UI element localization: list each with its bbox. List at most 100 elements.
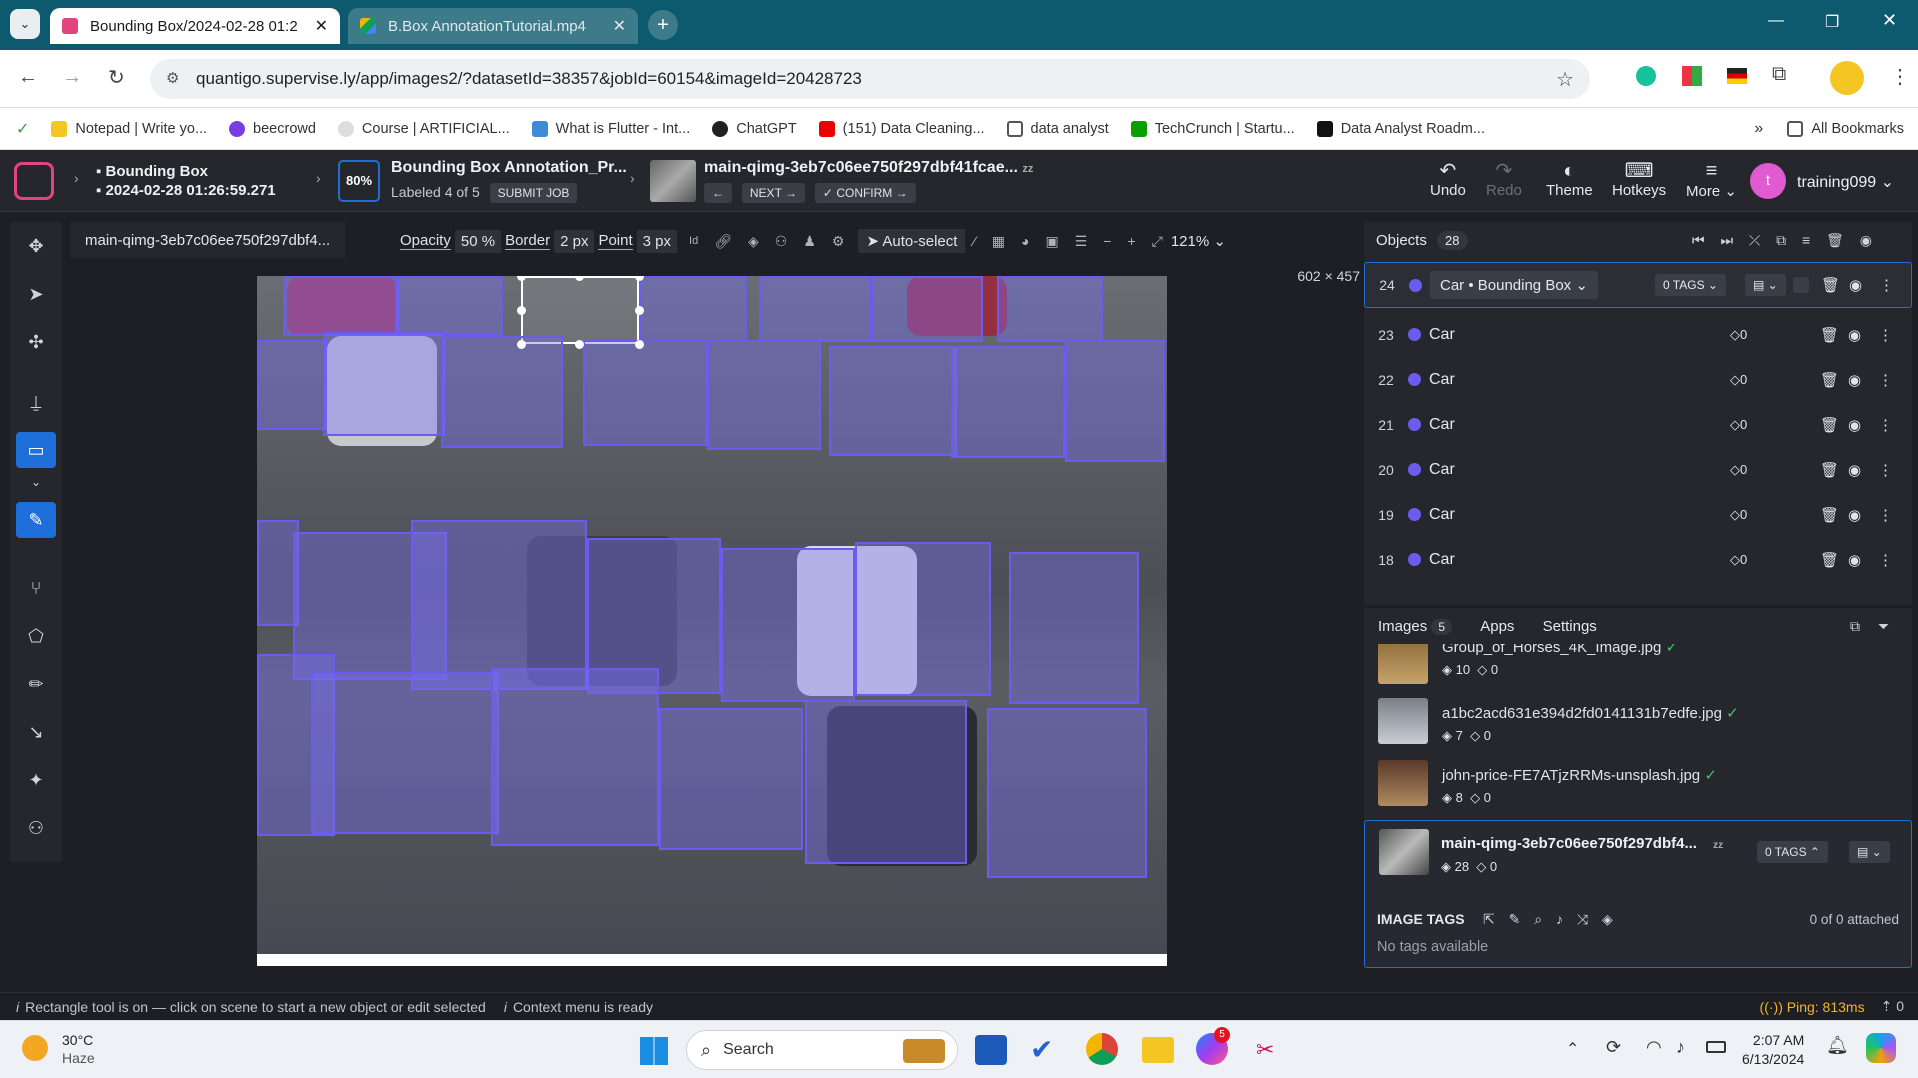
close-icon[interactable]: ✕ — [315, 16, 328, 36]
extension-icon[interactable] — [1682, 66, 1702, 86]
tab-tutorial-video[interactable]: B.Box AnnotationTutorial.mp4 ✕ — [348, 8, 638, 44]
bounding-box[interactable] — [855, 542, 991, 696]
bounding-box[interactable] — [639, 276, 747, 342]
bounding-box-selected[interactable] — [521, 276, 639, 344]
all-bookmarks[interactable]: All Bookmarks — [1787, 120, 1904, 137]
object-row[interactable]: 23 Car ◇0 🗑︎ ◉ ⋮ — [1364, 312, 1912, 357]
object-menu-dropdown[interactable]: ▤ ⌄ — [1745, 274, 1786, 296]
resize-handle[interactable] — [575, 340, 584, 349]
chevron-up-icon[interactable]: ⌃ — [1566, 1039, 1579, 1059]
class-select[interactable]: Car • Bounding Box ⌄ — [1430, 271, 1598, 299]
hotkeys-button[interactable]: ⌨ Hotkeys — [1612, 160, 1666, 199]
whiteboard-app-icon[interactable] — [975, 1035, 1007, 1065]
bookmark-youtube[interactable]: (151) Data Cleaning... — [818, 120, 985, 137]
tab-bounding-box[interactable]: Bounding Box/2024-02-28 01:2 ✕ — [50, 8, 340, 44]
bounding-box[interactable] — [411, 520, 587, 690]
bounding-box[interactable] — [707, 340, 821, 450]
copilot-icon[interactable] — [1866, 1033, 1896, 1063]
delete-icon[interactable]: 🗑︎ — [1820, 551, 1839, 569]
tab-images[interactable]: Images 5 — [1378, 618, 1453, 635]
fit-icon[interactable]: ⤢ — [1152, 233, 1163, 250]
shapes-icon[interactable]: ⚇ — [775, 233, 788, 250]
shuffle-icon[interactable]: ⤨ — [1577, 911, 1588, 927]
back-icon[interactable]: ← — [18, 66, 38, 89]
redo-button[interactable]: ↷ Redo — [1486, 160, 1522, 199]
bounding-box[interactable] — [759, 276, 871, 342]
skeleton-tool[interactable]: ⚇ — [16, 810, 56, 846]
flag-extension-icon[interactable] — [1727, 68, 1747, 84]
bookmark-beecrowd[interactable]: beecrowd — [229, 120, 316, 137]
resize-handle[interactable] — [635, 306, 644, 315]
minimize-icon[interactable]: — — [1768, 12, 1784, 30]
annotation-image[interactable] — [257, 276, 1167, 966]
new-tab-button[interactable]: + — [648, 10, 678, 40]
point-input[interactable]: 3 px — [636, 229, 678, 253]
palette-icon[interactable]: ◕ — [1021, 233, 1029, 249]
tag-add-icon[interactable]: ◈ — [1602, 911, 1613, 927]
bookmark-roadmap[interactable]: Data Analyst Roadm... — [1316, 120, 1485, 137]
more-icon[interactable]: ⋮ — [1878, 416, 1893, 434]
bounding-box[interactable] — [871, 276, 983, 342]
user-menu[interactable]: training099 ⌄ — [1797, 172, 1894, 192]
object-row[interactable]: 19 Car ◇0 🗑︎ ◉ ⋮ — [1364, 492, 1912, 537]
close-window-icon[interactable]: ✕ — [1882, 10, 1897, 31]
paint-tool[interactable]: ✎ — [16, 502, 56, 538]
smart-tool[interactable]: ✦ — [16, 762, 56, 798]
layers-icon[interactable]: ▣ — [1045, 233, 1058, 250]
bounding-box[interactable] — [441, 336, 563, 448]
submit-job-button[interactable]: SUBMIT JOB — [489, 183, 578, 203]
extensions-puzzle-icon[interactable]: ⧉ — [1772, 63, 1786, 86]
first-icon[interactable]: ⏮ — [1692, 232, 1705, 248]
eye-icon[interactable]: ◉ — [1860, 232, 1872, 248]
bounding-box[interactable] — [491, 668, 659, 846]
url-field[interactable]: ⚙ quantigo.supervise.ly/app/images2/?dat… — [150, 59, 1590, 99]
bounding-box[interactable] — [805, 700, 967, 864]
settings-icon[interactable]: ⚙ — [832, 233, 845, 250]
bell-icon[interactable]: ♪ — [1556, 911, 1563, 927]
brush-tool[interactable]: ✏ — [16, 666, 56, 702]
next-image-button[interactable]: NEXT → — [741, 183, 806, 203]
bookmark-chatgpt[interactable]: ChatGPT — [712, 120, 797, 137]
zoom-in-icon[interactable]: + — [1127, 233, 1135, 249]
wifi-icon[interactable]: ◠ — [1646, 1037, 1662, 1058]
todo-app-icon[interactable]: ✔ — [1030, 1033, 1053, 1066]
profile-avatar[interactable] — [1830, 61, 1864, 95]
hide-labels-icon[interactable]: ⤫ — [1749, 232, 1760, 248]
external-icon[interactable]: ⇱ — [1483, 911, 1495, 927]
bounding-box[interactable] — [311, 672, 499, 834]
user-icon[interactable]: ♟ — [803, 233, 816, 250]
more-icon[interactable]: ⋮ — [1878, 371, 1893, 389]
adjust-icon[interactable]: ☰ — [1075, 233, 1088, 250]
snipping-tool-icon[interactable]: ✂ — [1256, 1037, 1274, 1063]
bounding-box[interactable] — [987, 708, 1147, 878]
image-menu-dropdown[interactable]: ▤ ⌄ — [1849, 841, 1890, 863]
sync-icon[interactable]: ⟳ — [1606, 1037, 1621, 1058]
bounding-box[interactable] — [257, 340, 327, 430]
bounding-box[interactable] — [1065, 340, 1165, 462]
image-list-item[interactable]: Group_of_Horses_4K_Image.jpg ✓ ◈ 10 ◇ 0 — [1364, 644, 1912, 688]
user-avatar[interactable]: t — [1750, 163, 1786, 199]
object-row-selected[interactable]: 24 Car • Bounding Box ⌄ 0 TAGS ⌄ ▤ ⌄ 🗑︎ … — [1364, 262, 1912, 308]
delete-icon[interactable]: 🗑︎ — [1820, 506, 1839, 524]
more-icon[interactable]: ⋮ — [1878, 461, 1893, 479]
filter-icon[interactable]: ⏷ — [1878, 618, 1889, 635]
delete-icon[interactable]: 🗑︎ — [1820, 461, 1839, 479]
object-row[interactable]: 20 Car ◇0 🗑︎ ◉ ⋮ — [1364, 447, 1912, 492]
link-icon[interactable]: 🔗︎ — [714, 233, 732, 250]
zoom-out-icon[interactable]: − — [1103, 233, 1111, 249]
apps-icon[interactable]: ✓ — [16, 119, 29, 139]
battery-icon[interactable] — [1706, 1041, 1726, 1053]
more-icon[interactable]: ⋮ — [1878, 551, 1893, 569]
move-tool[interactable]: ✣ — [16, 324, 56, 360]
bounding-box[interactable] — [283, 276, 399, 336]
bounding-box[interactable] — [395, 276, 503, 336]
more-bookmarks-icon[interactable]: » — [1754, 120, 1763, 138]
forward-icon[interactable]: → — [62, 66, 82, 89]
tab-search-button[interactable]: ⌄ — [10, 9, 40, 39]
browser-menu-icon[interactable]: ⋮ — [1890, 64, 1910, 89]
chrome-app-icon[interactable] — [1086, 1033, 1118, 1065]
image-list-item[interactable]: john-price-FE7ATjzRRMs-unsplash.jpg ✓ ◈ … — [1364, 756, 1912, 816]
select-tool[interactable]: ➤ — [16, 276, 56, 312]
eye-icon[interactable]: ◉ — [1849, 276, 1862, 294]
filter-icon[interactable]: ≡ — [1802, 232, 1810, 248]
